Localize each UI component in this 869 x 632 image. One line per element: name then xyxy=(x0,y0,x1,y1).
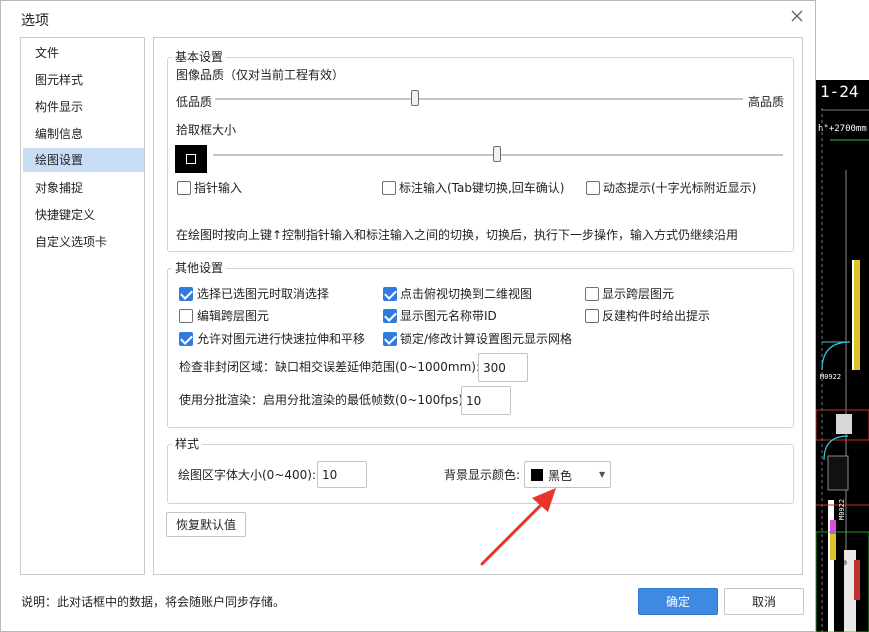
pick-box-size-label: 拾取框大小 xyxy=(176,123,237,137)
top-view-2d-checkbox[interactable] xyxy=(383,287,397,301)
pointer-input-checkbox[interactable] xyxy=(177,181,191,195)
cad-door-label: M0922 xyxy=(820,373,842,381)
dynamic-tip-label: 动态提示(十字光标附近显示) xyxy=(603,181,757,195)
nav-item-element-style[interactable]: 图元样式 xyxy=(23,68,144,92)
cad-drawing-lines xyxy=(816,108,869,632)
reverse-build-tip-checkbox[interactable] xyxy=(585,309,599,323)
nav-item-component-display[interactable]: 构件显示 xyxy=(23,95,144,119)
reverse-build-tip-label: 反建构件时给出提示 xyxy=(602,309,711,323)
restore-defaults-button[interactable]: 恢复默认值 xyxy=(166,512,246,537)
cancel-button[interactable]: 取消 xyxy=(724,588,804,615)
bg-color-select[interactable]: 黑色 ▼ xyxy=(524,461,611,488)
high-quality-label: 高品质 xyxy=(748,95,785,109)
input-switch-hint: 在绘图时按向上键↑控制指针输入和标注输入之间的切换，切换后，执行下一步操作，输入… xyxy=(176,228,739,242)
nav-item-file[interactable]: 文件 xyxy=(23,41,144,65)
show-name-with-id-checkbox[interactable] xyxy=(383,309,397,323)
other-settings-title: 其他设置 xyxy=(172,261,227,275)
basic-settings-title: 基本设置 xyxy=(172,50,227,64)
show-name-with-id-label: 显示图元名称带ID xyxy=(400,309,497,323)
low-quality-label: 低品质 xyxy=(176,95,213,109)
lock-grid-label: 锁定/修改计算设置图元显示网格 xyxy=(400,332,573,346)
dimension-input-label: 标注输入(Tab键切换,回车确认) xyxy=(399,181,565,195)
color-swatch xyxy=(531,469,543,481)
background-cad-canvas: 1-24 h°+2700mm M0922 M0922 600 xyxy=(816,80,869,632)
nav-item-object-snap[interactable]: 对象捕捉 xyxy=(23,176,144,200)
show-cross-floor-label: 显示跨层图元 xyxy=(602,287,675,301)
quick-stretch-label: 允许对图元进行快速拉伸和平移 xyxy=(197,332,366,346)
image-quality-slider[interactable] xyxy=(215,98,743,100)
lock-grid-checkbox[interactable] xyxy=(383,332,397,346)
show-cross-floor-checkbox[interactable] xyxy=(585,287,599,301)
pick-box-preview xyxy=(175,145,207,173)
chevron-down-icon: ▼ xyxy=(599,470,606,479)
footer-note: 说明：此对话框中的数据，将会随账户同步存储。 xyxy=(21,595,286,609)
font-size-input[interactable] xyxy=(317,461,367,488)
cad-dimension-label: 600 xyxy=(836,560,847,567)
font-size-label: 绘图区字体大小(0~400): xyxy=(178,468,317,482)
batch-render-input[interactable] xyxy=(461,386,511,415)
nav-item-custom-tab[interactable]: 自定义选项卡 xyxy=(23,230,144,254)
quick-stretch-checkbox[interactable] xyxy=(179,332,193,346)
deselect-selected-checkbox[interactable] xyxy=(179,287,193,301)
edit-cross-floor-label: 编辑跨层图元 xyxy=(197,309,270,323)
options-nav: 文件 图元样式 构件显示 编制信息 绘图设置 对象捕捉 快捷键定义 自定义选项卡 xyxy=(20,37,145,575)
top-view-2d-label: 点击俯视切换到二维视图 xyxy=(400,287,533,301)
dynamic-tip-checkbox[interactable] xyxy=(586,181,600,195)
image-quality-label: 图像品质（仅对当前工程有效） xyxy=(176,68,345,82)
dialog-title: 选项 xyxy=(21,13,49,29)
pick-box-size-slider-thumb[interactable] xyxy=(493,146,501,162)
close-icon[interactable] xyxy=(790,9,804,23)
gap-range-label: 检查非封闭区域：缺口相交误差延伸范围(0~1000mm): xyxy=(179,360,481,374)
nav-item-drawing-settings[interactable]: 绘图设置 xyxy=(23,148,144,172)
ok-button[interactable]: 确定 xyxy=(638,588,718,615)
style-title: 样式 xyxy=(172,437,203,451)
batch-render-label: 使用分批渲染：启用分批渲染的最低帧数(0~100fps): xyxy=(179,393,468,407)
image-quality-slider-thumb[interactable] xyxy=(410,90,419,106)
gap-range-input[interactable] xyxy=(478,353,528,382)
edit-cross-floor-checkbox[interactable] xyxy=(179,309,193,323)
pointer-input-label: 指针输入 xyxy=(194,181,243,195)
cad-door-label: M0922 xyxy=(838,498,846,520)
nav-item-shortcuts[interactable]: 快捷键定义 xyxy=(23,203,144,227)
pick-box-square-icon xyxy=(186,154,196,164)
nav-item-compile-info[interactable]: 编制信息 xyxy=(23,122,144,146)
deselect-selected-label: 选择已选图元时取消选择 xyxy=(197,287,330,301)
bg-color-label: 背景显示颜色: xyxy=(444,468,521,482)
bg-color-value: 黑色 xyxy=(548,469,573,483)
dimension-input-checkbox[interactable] xyxy=(382,181,396,195)
options-dialog: 选项 文件 图元样式 构件显示 编制信息 绘图设置 对象捕捉 快捷键定义 自定义… xyxy=(0,0,816,632)
